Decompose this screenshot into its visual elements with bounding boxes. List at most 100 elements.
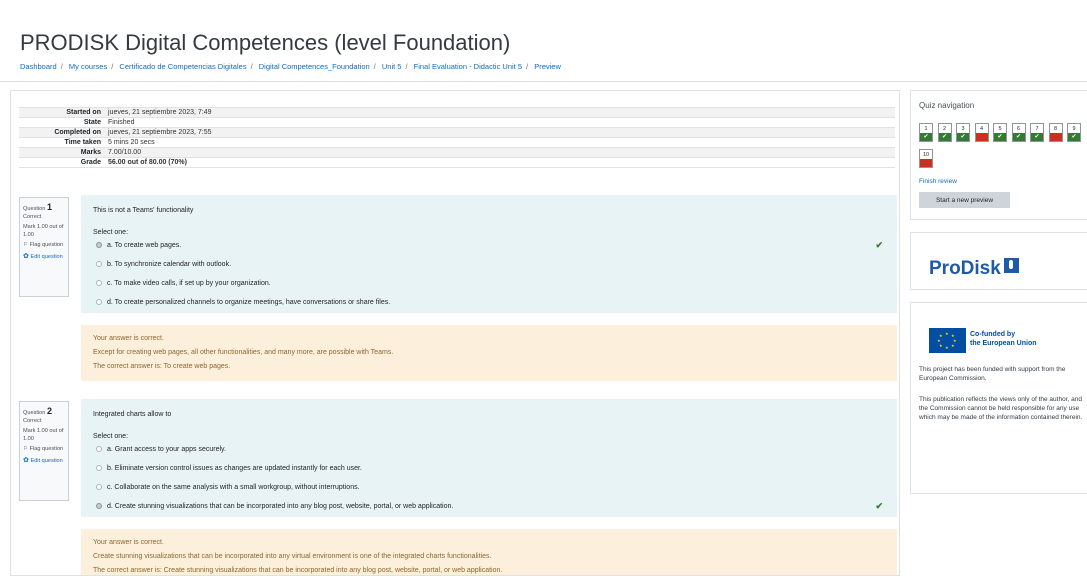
answer-option-a[interactable]: a. Grant access to your apps securely. (96, 446, 226, 453)
correct-state-icon: ✔ (1012, 133, 1025, 141)
summary-row: Completed on jueves, 21 septiembre 2023, … (19, 127, 895, 138)
option-letter: c. (107, 280, 113, 287)
summary-label: State (83, 119, 101, 126)
option-text: Eliminate version control issues as chan… (114, 465, 362, 472)
correct-check-icon: ✔ (875, 240, 883, 250)
summary-label: Started on (66, 109, 101, 116)
answer-option-c[interactable]: c. Collaborate on the same analysis with… (96, 484, 360, 491)
quiz-nav-button-7[interactable]: 7 ✔ (1030, 123, 1044, 142)
eu-line-1: Co-funded by (970, 331, 1016, 338)
answer-option-a[interactable]: a. To create web pages. (96, 242, 181, 249)
prodisk-logo: ProDisk (929, 258, 1019, 280)
feedback-result: Your answer is correct. (93, 539, 164, 546)
breadcrumb-my-courses[interactable]: My courses (69, 62, 107, 71)
radio[interactable] (96, 261, 102, 267)
option-letter: b. (107, 261, 113, 268)
eu-cofunded-text: Co-funded by the European Union (970, 331, 1037, 349)
correct-check-icon: ✔ (875, 501, 883, 511)
feedback-result: Your answer is correct. (93, 335, 164, 342)
summary-row: Time taken 5 mins 20 secs (19, 137, 895, 148)
summary-label: Completed on (54, 129, 101, 136)
quiz-nav-button-4[interactable]: 4 (974, 123, 989, 142)
breadcrumb-quiz[interactable]: Final Evaluation - Didactic Unit 5 (414, 62, 522, 71)
finish-review-link[interactable]: Finish review (919, 178, 957, 185)
radio-selected[interactable] (96, 242, 102, 248)
eu-funding-note: This project has been funded with suppor… (919, 366, 1066, 383)
flag-label: Flag question (29, 446, 64, 453)
question-content-1: This is not a Teams' functionality Selec… (81, 195, 897, 313)
grade-value: 56.00 out of 80.00 (70%) (108, 159, 187, 166)
page-header: PRODISK Digital Competences (level Found… (0, 0, 1087, 82)
quiz-review-region: Started on jueves, 21 septiembre 2023, 7:… (10, 90, 900, 576)
summary-row: State Finished (19, 117, 895, 128)
quiz-nav-button-1[interactable]: 1 ✔ (919, 123, 933, 142)
breadcrumb-unit[interactable]: Unit 5 (382, 62, 402, 71)
radio[interactable] (96, 465, 102, 471)
answer-option-b[interactable]: b. To synchronize calendar with outlook. (96, 261, 231, 268)
incorrect-state-icon (920, 159, 932, 167)
quiz-nav-button-5[interactable]: 5 ✔ (993, 123, 1007, 142)
summary-value: jueves, 21 septiembre 2023, 7:49 (108, 109, 212, 116)
answer-option-d[interactable]: d. Create stunning visualizations that c… (96, 503, 453, 510)
answer-option-d[interactable]: d. To create personalized channels to or… (96, 299, 390, 306)
select-one-prompt: Select one: (93, 229, 129, 236)
correct-state-icon: ✔ (938, 133, 951, 141)
quiz-nav-button-10[interactable]: 10 (919, 149, 933, 168)
question-info-2: Question 2 Correct Mark 1.00 out of 1.00… (19, 401, 69, 501)
option-letter: c. (107, 484, 113, 491)
edit-question-link[interactable]: ✿ Edit question (23, 456, 65, 466)
feedback-right-answer: The correct answer is: Create stunning v… (93, 567, 503, 574)
cog-icon: ✿ (23, 252, 29, 260)
question-mark: Mark 1.00 out of 1.00 (23, 428, 64, 442)
correct-state-icon: ✔ (1031, 133, 1043, 141)
answer-option-b[interactable]: b. Eliminate version control issues as c… (96, 465, 362, 472)
summary-row: Started on jueves, 21 septiembre 2023, 7:… (19, 107, 895, 118)
summary-label: Grade (80, 159, 101, 166)
correct-state-icon: ✔ (920, 133, 932, 141)
quiz-nav-button-9[interactable]: 9 ✔ (1067, 123, 1081, 142)
flag-question-button[interactable]: ⚐ Flag question (23, 446, 65, 454)
option-letter: d. (107, 503, 113, 510)
quiz-nav-button-6[interactable]: 6 ✔ (1011, 123, 1026, 142)
radio-selected[interactable] (96, 503, 102, 509)
quiz-nav-button-8[interactable]: 8 (1048, 123, 1063, 142)
edit-question-link[interactable]: ✿ Edit question (23, 252, 65, 262)
radio[interactable] (96, 446, 102, 452)
flag-question-button[interactable]: ⚐ Flag question (23, 242, 65, 250)
breadcrumb-course[interactable]: Digital Competences_Foundation (259, 62, 370, 71)
question-content-2: Integrated charts allow to Select one: a… (81, 399, 897, 517)
breadcrumb-dashboard[interactable]: Dashboard (20, 62, 57, 71)
question-number: 2 (46, 406, 52, 416)
logo-text: ProDisk (929, 258, 1001, 279)
option-text: Collaborate on the same analysis with a … (114, 484, 360, 491)
breadcrumb-certificate[interactable]: Certificado de Competencias Digitales (119, 62, 246, 71)
feedback-2: Your answer is correct. Create stunning … (81, 529, 897, 575)
cog-icon: ✿ (23, 456, 29, 464)
summary-label: Time taken (64, 139, 101, 146)
radio[interactable] (96, 280, 102, 286)
question-label: Question (23, 410, 46, 416)
radio[interactable] (96, 484, 102, 490)
select-one-prompt: Select one: (93, 433, 129, 440)
option-letter: b. (107, 465, 113, 472)
correct-state-icon: ✔ (957, 133, 969, 141)
option-letter: a. (107, 242, 113, 249)
option-text: To create web pages. (114, 242, 182, 249)
quiz-nav-button-2[interactable]: 2 ✔ (937, 123, 952, 142)
question-status: Correct (23, 213, 42, 220)
feedback-general: Except for creating web pages, all other… (93, 349, 394, 356)
feedback-general: Create stunning visualizations that can … (93, 553, 492, 560)
quiz-navigation-title: Quiz navigation (919, 101, 975, 110)
breadcrumb-preview[interactable]: Preview (534, 62, 561, 71)
quiz-navigation-block: Quiz navigation 1 ✔ 2 ✔ 3 ✔ 4 5 ✔ 6 ✔ 7 ✔ 8 9 ✔ 10 Finis… (910, 90, 1087, 220)
start-new-preview-button[interactable]: Start a new preview (919, 192, 1010, 208)
quiz-nav-button-3[interactable]: 3 ✔ (956, 123, 970, 142)
radio[interactable] (96, 299, 102, 305)
correct-state-icon: ✔ (1068, 133, 1080, 141)
hand-pointer-icon (1003, 258, 1019, 273)
eu-disclaimer: This publication reflects the views only… (919, 396, 1083, 422)
answer-option-c[interactable]: c. To make video calls, if set up by you… (96, 280, 271, 287)
summary-value: 7.00/10.00 (108, 149, 142, 156)
eu-line-2: the European Union (970, 339, 1037, 347)
option-text: Grant access to your apps securely. (114, 446, 226, 453)
